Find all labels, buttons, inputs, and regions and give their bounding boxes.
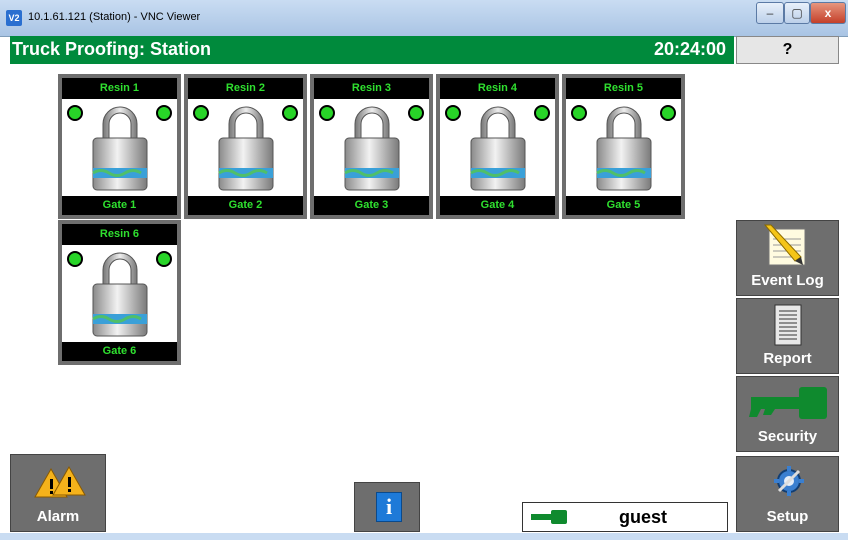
- user-name: guest: [619, 507, 668, 527]
- notepad-pencil-icon: [763, 224, 806, 266]
- resin-label: Resin 6: [62, 224, 177, 245]
- gate-label: Gate 4: [440, 196, 555, 215]
- report-button[interactable]: Report: [736, 298, 839, 374]
- status-led-left: [319, 105, 335, 121]
- vnc-logo-icon: V2: [6, 10, 22, 26]
- status-led-left: [193, 105, 209, 121]
- close-button[interactable]: x: [810, 2, 846, 24]
- window-title: 10.1.61.121 (Station) - VNC Viewer: [28, 11, 201, 23]
- window-titlebar: V2 10.1.61.121 (Station) - VNC Viewer – …: [0, 0, 848, 37]
- gate-label: Gate 3: [314, 196, 429, 215]
- gate-label: Gate 1: [62, 196, 177, 215]
- info-icon: i: [376, 492, 402, 522]
- gate-tile-5[interactable]: Resin 5 Gate 5: [562, 74, 685, 219]
- gate-tile-body: Resin 3 Gate 3: [314, 78, 429, 215]
- clock: 20:24:00: [653, 39, 726, 59]
- status-led-left: [571, 105, 587, 121]
- gate-tile-body: Resin 2 Gate 2: [188, 78, 303, 215]
- alarm-button[interactable]: Alarm: [10, 454, 106, 532]
- gate-tile-body: Resin 1 Gate 1: [62, 78, 177, 215]
- hmi-header: Truck Proofing: Station 20:24:00: [10, 36, 734, 64]
- status-led-right: [282, 105, 298, 121]
- resin-label: Resin 5: [566, 78, 681, 99]
- current-user: guest: [522, 502, 728, 532]
- resin-label: Resin 2: [188, 78, 303, 99]
- gate-tile-4[interactable]: Resin 4 Gate 4: [436, 74, 559, 219]
- gate-label: Gate 5: [566, 196, 681, 215]
- warning-triangles-icon: [34, 465, 86, 498]
- status-led-left: [67, 105, 83, 121]
- document-icon: [774, 304, 802, 346]
- page-title: Truck Proofing: Station: [12, 39, 212, 59]
- status-led-right: [660, 105, 676, 121]
- report-label: Report: [763, 350, 812, 367]
- minimize-button[interactable]: –: [756, 2, 784, 24]
- resin-label: Resin 4: [440, 78, 555, 99]
- info-button[interactable]: i: [354, 482, 420, 532]
- gate-tile-2[interactable]: Resin 2 Gate 2: [184, 74, 307, 219]
- padlock-icon: [470, 106, 526, 191]
- gate-label: Gate 2: [188, 196, 303, 215]
- padlock-icon: [344, 106, 400, 191]
- gate-tile-6[interactable]: Resin 6 Gate 6: [58, 220, 181, 365]
- padlock-icon: [92, 106, 148, 191]
- gate-tile-3[interactable]: Resin 3 Gate 3: [310, 74, 433, 219]
- gate-tile-body: Resin 6 Gate 6: [62, 224, 177, 361]
- key-icon: [749, 387, 827, 419]
- event-log-button[interactable]: Event Log: [736, 220, 839, 296]
- alarm-label: Alarm: [36, 508, 80, 525]
- setup-label: Setup: [766, 508, 809, 525]
- maximize-button[interactable]: ▢: [784, 2, 810, 24]
- status-led-right: [408, 105, 424, 121]
- padlock-icon: [92, 252, 148, 337]
- gate-tile-body: Resin 4 Gate 4: [440, 78, 555, 215]
- user-key-icon: [531, 510, 567, 524]
- gear-wrench-icon: [774, 466, 804, 496]
- status-led-right: [156, 105, 172, 121]
- status-led-right: [156, 251, 172, 267]
- setup-button[interactable]: Setup: [736, 456, 839, 532]
- padlock-icon: [218, 106, 274, 191]
- gate-tile-1[interactable]: Resin 1 Gate 1: [58, 74, 181, 219]
- event-log-label: Event Log: [751, 272, 824, 289]
- gate-tile-body: Resin 5 Gate 5: [566, 78, 681, 215]
- taskbar-strip: [0, 533, 848, 540]
- status-led-left: [67, 251, 83, 267]
- resin-label: Resin 1: [62, 78, 177, 99]
- help-button[interactable]: ?: [736, 36, 839, 64]
- security-label: Security: [757, 428, 818, 445]
- padlock-icon: [596, 106, 652, 191]
- gate-label: Gate 6: [62, 342, 177, 361]
- security-button[interactable]: Security: [736, 376, 839, 452]
- status-led-left: [445, 105, 461, 121]
- resin-label: Resin 3: [314, 78, 429, 99]
- status-led-right: [534, 105, 550, 121]
